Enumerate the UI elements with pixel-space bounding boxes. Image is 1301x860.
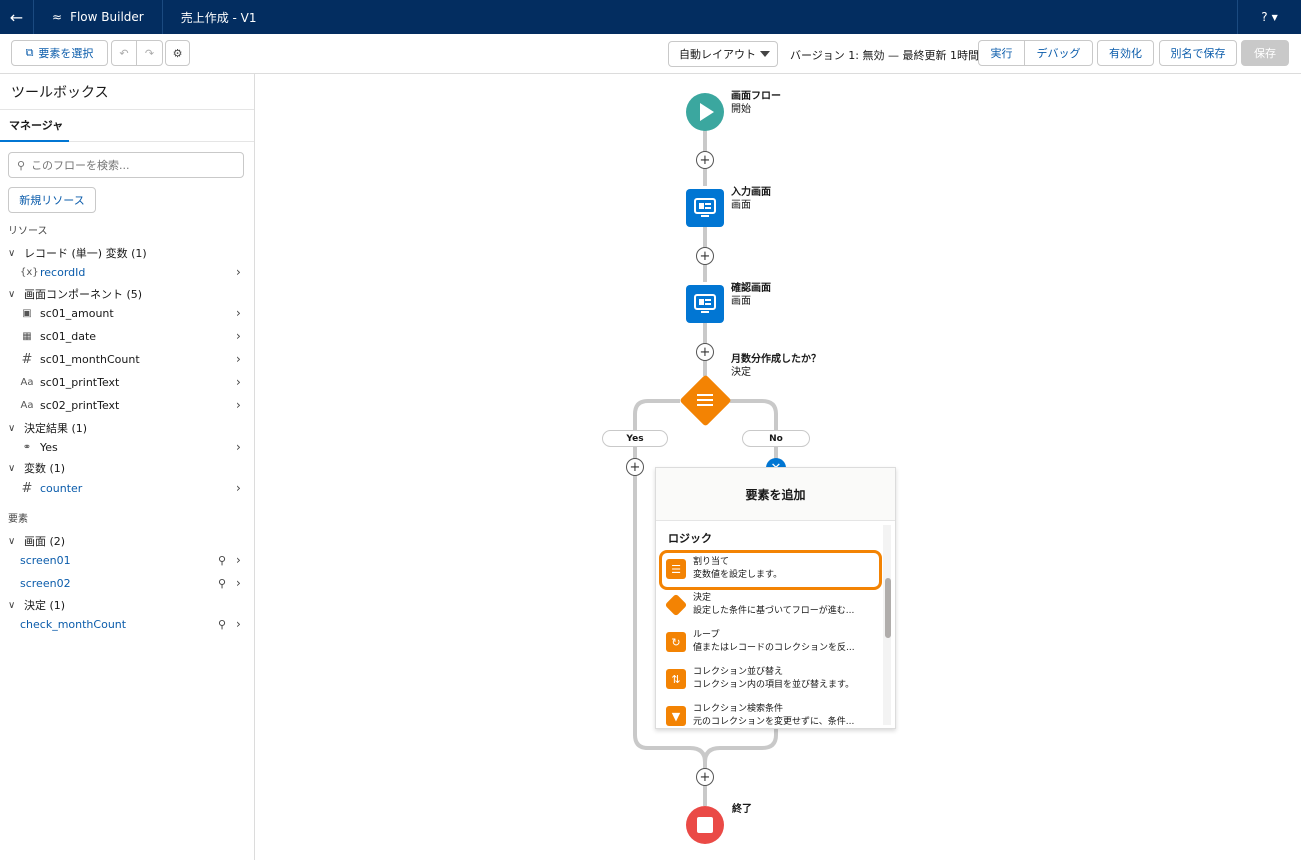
add-element-button[interactable]: + xyxy=(696,343,714,361)
logic-category-label: ロジック xyxy=(668,532,712,545)
outcome-yes-label[interactable]: Yes xyxy=(602,430,668,447)
element-option-collection-filter[interactable]: ▼ コレクション検索条件 元のコレクションを変更せずに、条件... xyxy=(666,703,876,727)
highlight-box xyxy=(659,550,882,590)
popover-scrollbar-thumb[interactable] xyxy=(885,578,891,638)
end-node-label: 終了 xyxy=(732,804,752,815)
add-element-button[interactable]: + xyxy=(696,247,714,265)
end-node[interactable] xyxy=(686,806,724,844)
add-element-popover: 要素を追加 ロジック ☰ 割り当て 変数値を設定します。 決定 設定した条件に基づい… xyxy=(655,467,896,729)
start-node-label: 画面フロー 開始 xyxy=(731,91,781,115)
decision-icon xyxy=(697,394,713,406)
play-icon xyxy=(700,103,714,121)
stop-icon xyxy=(697,817,713,833)
add-element-button[interactable]: + xyxy=(696,768,714,786)
screen-icon xyxy=(694,198,716,217)
screen-node[interactable] xyxy=(686,189,724,227)
filter-icon: ▼ xyxy=(666,706,686,726)
screen-node-label: 確認画面 画面 xyxy=(731,283,771,307)
add-element-button[interactable]: + xyxy=(696,151,714,169)
popover-header: 要素を追加 xyxy=(656,468,895,521)
screen-node-label: 入力画面 画面 xyxy=(731,187,771,211)
element-option-decision[interactable]: 決定 設定した条件に基づいてフローが進む... xyxy=(664,592,876,626)
outcome-no-label[interactable]: No xyxy=(742,430,810,447)
sort-icon: ⇅ xyxy=(666,669,686,689)
element-option-collection-sort[interactable]: ⇅ コレクション並び替え コレクション内の項目を並び替えます。 xyxy=(666,666,876,700)
element-option-loop[interactable]: ↻ ループ 値またはレコードのコレクションを反... xyxy=(666,629,876,663)
decision-icon xyxy=(664,593,688,617)
start-node[interactable] xyxy=(686,93,724,131)
decision-node-label: 月数分作成したか？ 決定 xyxy=(731,354,821,378)
screen-node[interactable] xyxy=(686,285,724,323)
add-element-button[interactable]: + xyxy=(626,458,644,476)
loop-icon: ↻ xyxy=(666,632,686,652)
screen-icon xyxy=(694,294,716,313)
